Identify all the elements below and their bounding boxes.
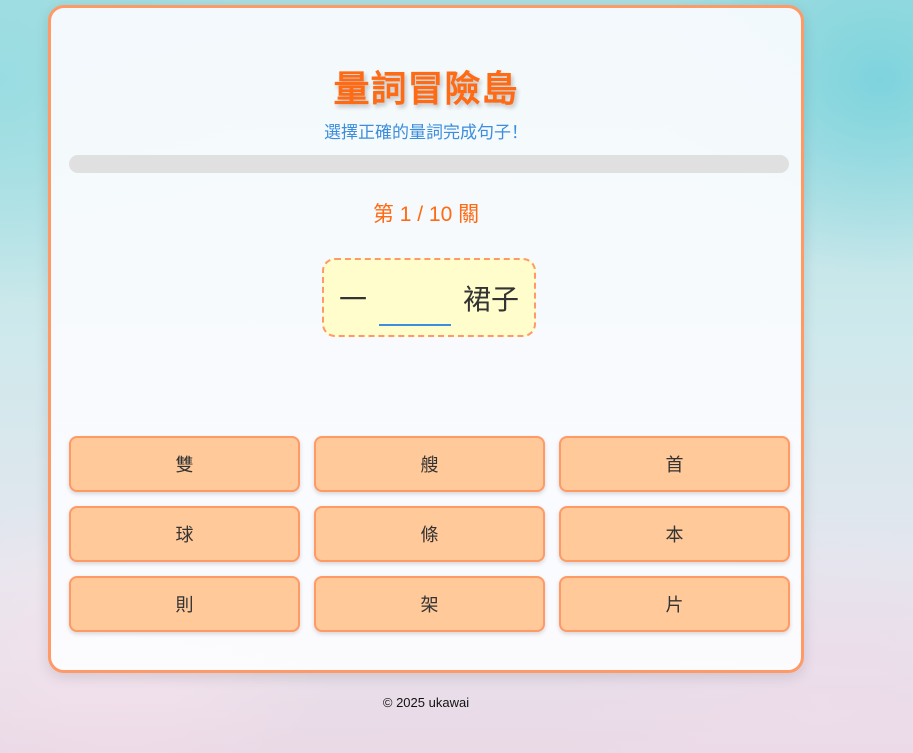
- game-subtitle: 選擇正確的量詞完成句子！: [324, 123, 528, 142]
- option-button[interactable]: 條: [314, 506, 545, 562]
- option-button[interactable]: 本: [559, 506, 790, 562]
- option-button[interactable]: 球: [69, 506, 300, 562]
- game-card: 量詞冒險島 選擇正確的量詞完成句子！ 第 1 / 10 關 一 裙子 雙 艘 首…: [48, 5, 804, 673]
- footer-copyright: © 2025 ukawai: [382, 695, 470, 710]
- option-button[interactable]: 雙: [69, 436, 300, 492]
- option-button[interactable]: 艘: [314, 436, 545, 492]
- option-button[interactable]: 則: [69, 576, 300, 632]
- answer-blank[interactable]: [379, 290, 451, 326]
- sentence-after: 裙子: [463, 283, 520, 315]
- sentence-before: 一: [338, 283, 367, 315]
- game-title: 量詞冒險島: [333, 68, 519, 109]
- level-indicator: 第 1 / 10 關: [372, 203, 480, 226]
- sentence-box: 一 裙子: [322, 258, 536, 337]
- option-grid: 雙 艘 首 球 條 本 則 架 片: [69, 436, 790, 632]
- progress-bar: [69, 155, 789, 173]
- option-button[interactable]: 首: [559, 436, 790, 492]
- option-button[interactable]: 片: [559, 576, 790, 632]
- option-button[interactable]: 架: [314, 576, 545, 632]
